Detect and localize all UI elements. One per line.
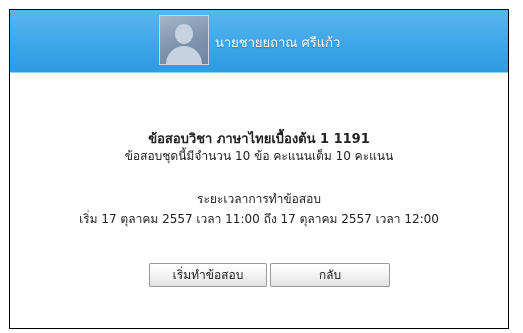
- exam-dialog: นายชายยถาณ ศรีแก้ว ข้อสอบวิชา ภาษาไทยเบื…: [9, 9, 509, 329]
- back-button[interactable]: กลับ: [270, 263, 390, 287]
- exam-period-title: ระยะเวลาการทำข้อสอบ: [197, 192, 321, 206]
- exam-description: ข้อสอบชุดนี้มีจำนวน 10 ข้อ คะแนนเต็ม 10 …: [124, 149, 394, 163]
- user-name: นายชายยถาณ ศรีแก้ว: [215, 36, 341, 51]
- avatar-body-shape: [166, 46, 202, 64]
- dialog-header: นายชายยถาณ ศรีแก้ว: [10, 10, 508, 73]
- user-avatar: [159, 15, 209, 65]
- exam-title: ข้อสอบวิชา ภาษาไทยเบื้องต้น 1 1191: [148, 132, 370, 147]
- avatar-head-shape: [175, 24, 193, 44]
- start-exam-button[interactable]: เริ่มทำข้อสอบ: [149, 263, 267, 287]
- exam-period-range: เริ่ม 17 ตุลาคม 2557 เวลา 11:00 ถึง 17 ต…: [79, 212, 439, 226]
